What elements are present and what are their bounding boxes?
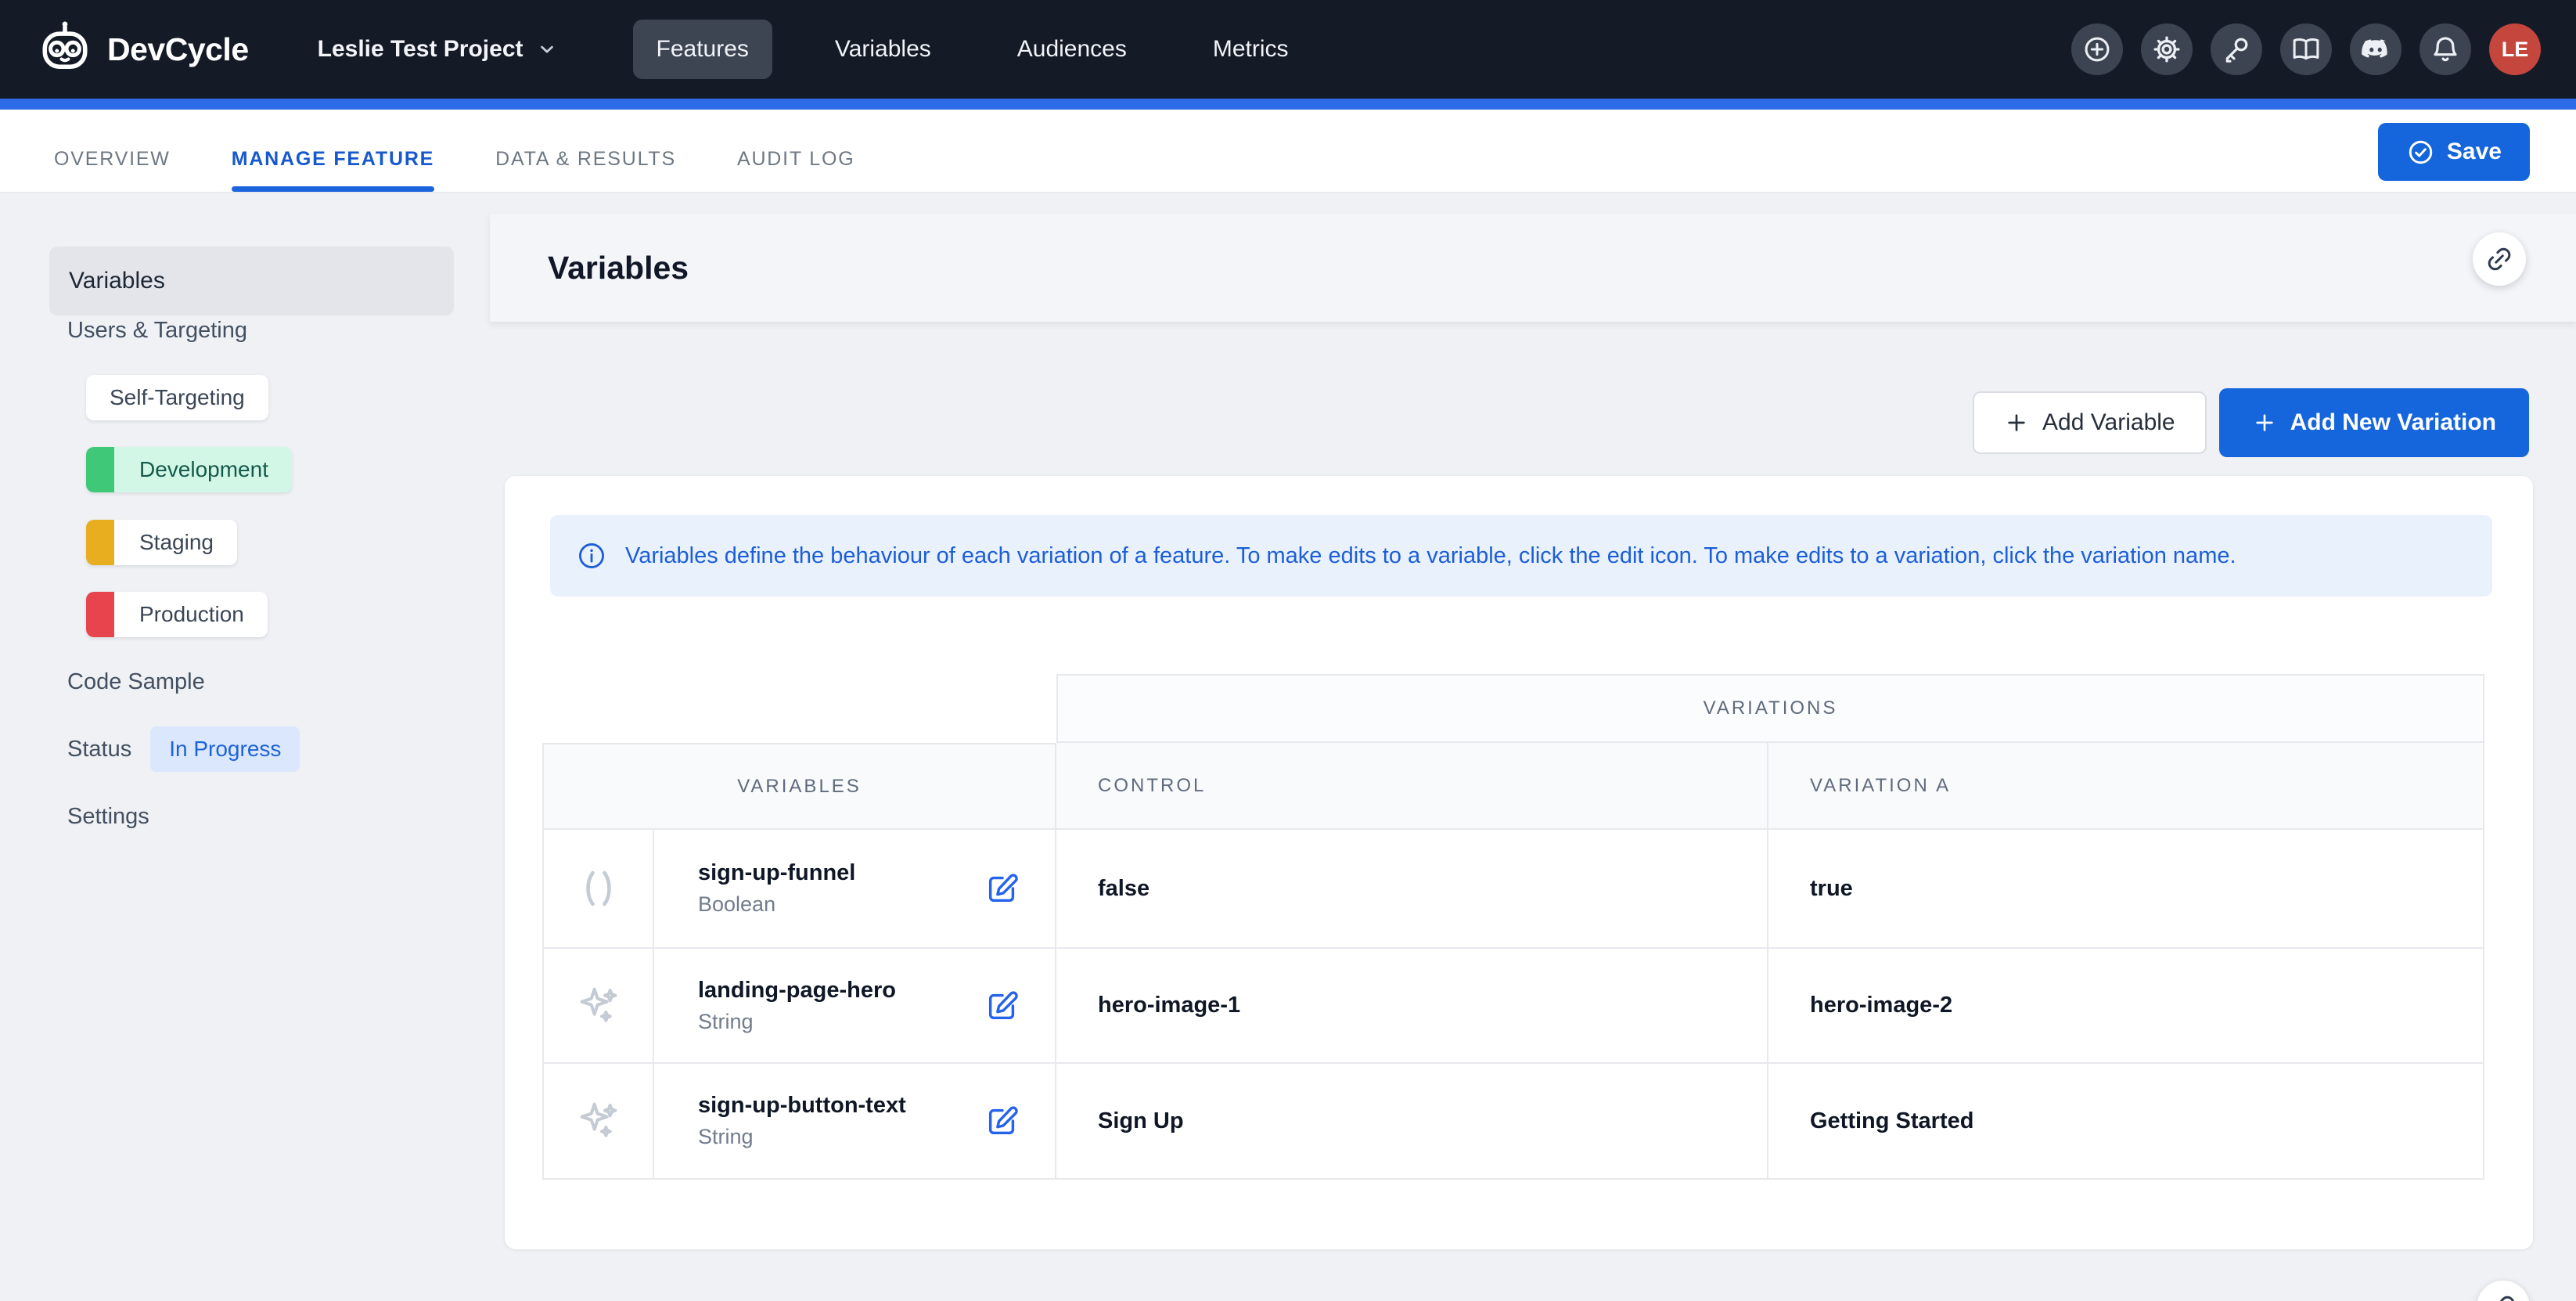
nav-item-variables[interactable]: Variables (811, 20, 955, 79)
variable-type-string-icon (542, 1064, 654, 1180)
variation-a-value: Getting Started (1768, 1064, 2484, 1180)
gear-icon (2152, 34, 2182, 64)
column-header-variables: VARIABLES (542, 743, 1056, 830)
progress-bar (0, 99, 2576, 110)
column-group-variations: VARIATIONS (1056, 674, 2484, 743)
sidebar-item-env-development[interactable]: Development (86, 447, 292, 492)
tab-audit-log[interactable]: AUDIT LOG (737, 127, 855, 192)
add-new-variation-button[interactable]: Add New Variation (2219, 388, 2529, 457)
table-row: sign-up-funnel Boolean (654, 830, 1056, 949)
api-keys-button[interactable] (2211, 23, 2262, 75)
add-circle-icon (2082, 34, 2112, 64)
primary-nav: Features Variables Audiences Metrics (633, 20, 1312, 79)
user-avatar[interactable]: LE (2489, 23, 2541, 75)
section-header: Variables (490, 214, 2576, 322)
env-color-strip-development (86, 447, 114, 492)
column-header-variation-a: VARIATION A (1768, 743, 2484, 830)
add-variable-button[interactable]: Add Variable (1973, 391, 2207, 454)
save-button[interactable]: Save (2378, 123, 2530, 181)
key-icon (2222, 34, 2251, 64)
table-actions: Add Variable Add New Variation (1973, 388, 2529, 457)
feature-tab-bar: OVERVIEW MANAGE FEATURE DATA & RESULTS A… (0, 110, 2576, 193)
variable-name[interactable]: landing-page-hero (698, 978, 896, 1004)
discord-button[interactable] (2350, 23, 2402, 75)
table-corner-spacer (542, 674, 1056, 743)
chevron-down-icon (536, 38, 558, 60)
info-banner-text: Variables define the behaviour of each v… (625, 543, 2236, 569)
edit-pencil-icon (984, 1103, 1020, 1139)
info-banner: Variables define the behaviour of each v… (550, 515, 2492, 596)
sidebar-item-env-production[interactable]: Production (86, 592, 268, 637)
edit-variable-button[interactable] (984, 870, 1020, 906)
variable-name[interactable]: sign-up-button-text (698, 1093, 906, 1119)
bell-icon (2430, 34, 2460, 64)
plus-icon (2004, 410, 2029, 435)
nav-item-audiences[interactable]: Audiences (994, 20, 1150, 79)
variables-card: Variables define the behaviour of each v… (505, 476, 2533, 1249)
settings-button[interactable] (2141, 23, 2193, 75)
edit-variable-button[interactable] (984, 1103, 1020, 1139)
book-icon (2291, 34, 2321, 64)
control-value: hero-image-1 (1056, 949, 1768, 1064)
link-icon (2489, 1293, 2517, 1301)
page-title: Variables (548, 250, 689, 287)
variation-a-value: true (1768, 830, 2484, 949)
status-badge[interactable]: In Progress (150, 726, 300, 772)
control-value: false (1056, 830, 1768, 949)
info-icon (577, 541, 606, 571)
link-icon (2485, 245, 2513, 273)
sidebar-item-variables[interactable]: Variables (49, 247, 454, 315)
edit-variable-button[interactable] (984, 988, 1020, 1024)
docs-button[interactable] (2280, 23, 2332, 75)
variable-type: String (698, 1010, 896, 1034)
env-color-strip-staging (86, 520, 114, 565)
main-content: Variables Add Variable Add New Variation (490, 193, 2576, 1301)
variable-name[interactable]: sign-up-funnel (698, 860, 855, 886)
copy-link-button[interactable] (2473, 232, 2526, 286)
column-header-control: CONTROL (1056, 743, 1768, 830)
project-selector[interactable]: Leslie Test Project (318, 36, 558, 63)
variable-type-string-icon (542, 949, 654, 1064)
variable-type-boolean-icon (542, 830, 654, 949)
devcycle-robot-icon (35, 20, 95, 79)
sidebar-item-code-sample[interactable]: Code Sample (67, 669, 205, 695)
tab-overview[interactable]: OVERVIEW (54, 127, 171, 192)
sidebar-item-env-staging[interactable]: Staging (86, 520, 237, 565)
nav-actions: LE (2071, 23, 2541, 75)
project-name: Leslie Test Project (318, 36, 523, 63)
add-circle-button[interactable] (2071, 23, 2123, 75)
sidebar-item-users-targeting[interactable]: Users & Targeting (67, 318, 247, 344)
sidebar-status-row: Status In Progress (67, 726, 300, 772)
check-circle-icon (2406, 138, 2435, 167)
feature-sidebar: Variables Users & Targeting Self-Targeti… (0, 193, 490, 1301)
status-label[interactable]: Status (67, 737, 131, 762)
table-row: landing-page-hero String (654, 949, 1056, 1064)
table-row: sign-up-button-text String (654, 1064, 1056, 1180)
control-value: Sign Up (1056, 1064, 1768, 1180)
active-tab-underline (232, 186, 434, 192)
edit-pencil-icon (984, 988, 1020, 1024)
nav-item-features[interactable]: Features (633, 20, 772, 79)
edit-pencil-icon (984, 870, 1020, 906)
env-color-strip-production (86, 592, 114, 637)
nav-item-metrics[interactable]: Metrics (1189, 20, 1312, 79)
variation-a-value: hero-image-2 (1768, 949, 2484, 1064)
discord-icon (2361, 34, 2391, 64)
top-nav: DevCycle Leslie Test Project Features Va… (0, 0, 2576, 99)
sidebar-item-self-targeting[interactable]: Self-Targeting (86, 375, 268, 420)
plus-icon (2252, 410, 2277, 435)
tab-manage-feature[interactable]: MANAGE FEATURE (232, 127, 434, 192)
variables-table: VARIATIONS VARIABLES CONTROL VARIATION A… (542, 674, 2484, 1180)
notifications-button[interactable] (2419, 23, 2471, 75)
logo-wordmark: DevCycle (107, 31, 249, 68)
variable-type: String (698, 1125, 906, 1149)
sidebar-item-settings[interactable]: Settings (67, 804, 149, 830)
variable-type: Boolean (698, 892, 855, 917)
devcycle-logo[interactable]: DevCycle (35, 20, 249, 79)
tab-data-results[interactable]: DATA & RESULTS (495, 127, 676, 192)
